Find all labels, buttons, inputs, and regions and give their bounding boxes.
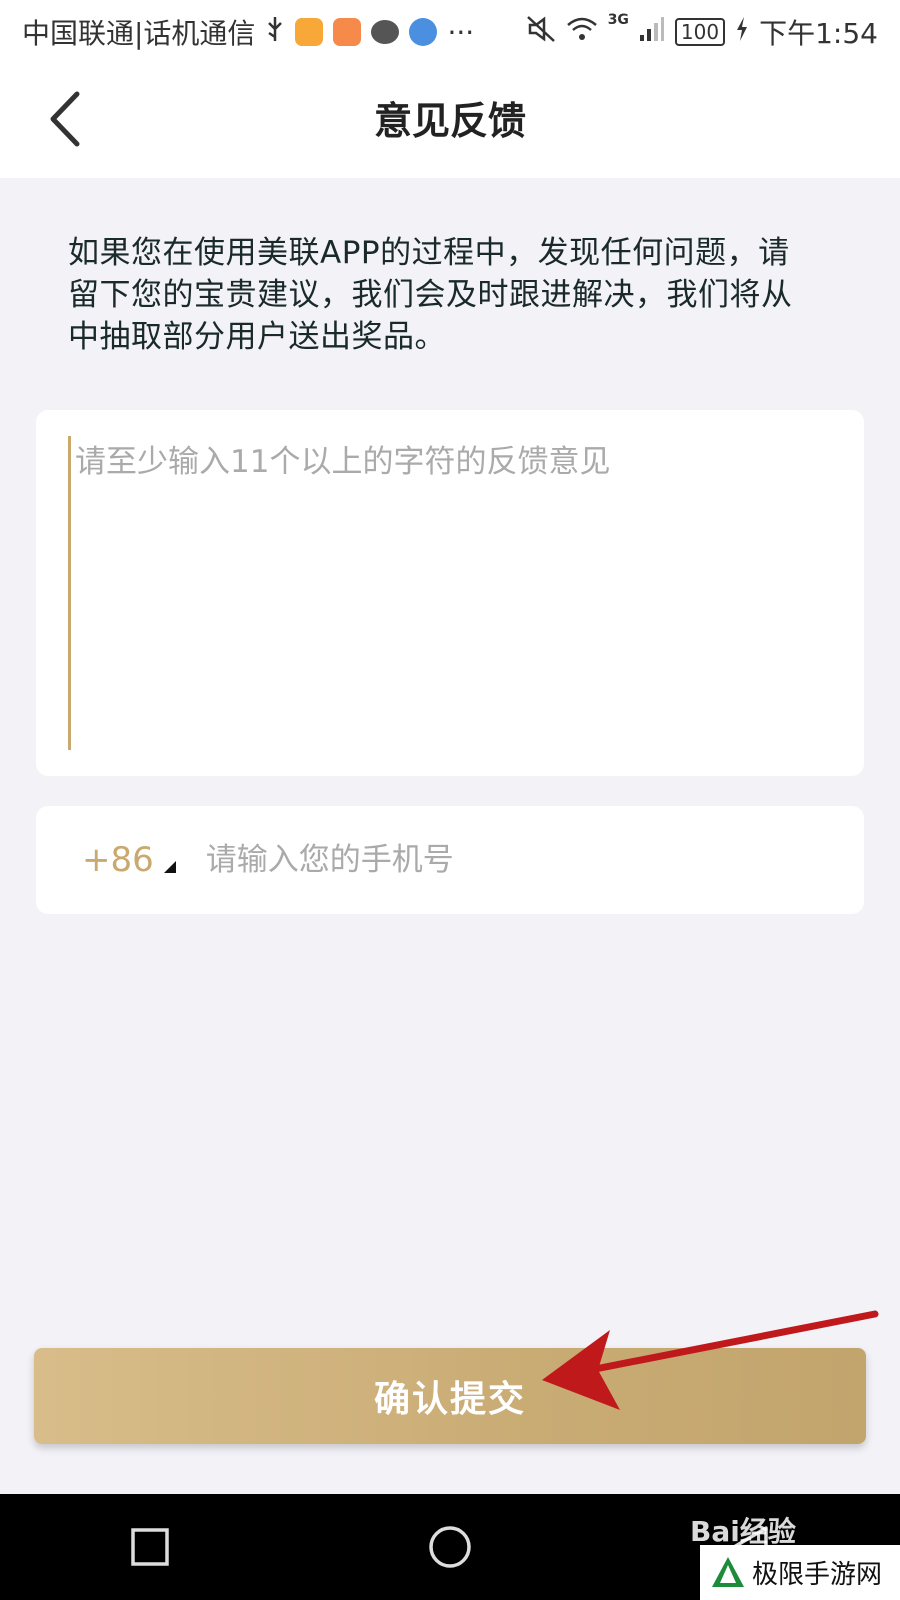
feedback-input[interactable] <box>68 436 839 750</box>
status-right: 3G 100 下午1:54 <box>526 12 878 52</box>
home-button[interactable] <box>410 1507 490 1587</box>
clock: 下午1:54 <box>759 17 878 50</box>
submit-button[interactable]: 确认提交 <box>34 1348 866 1444</box>
status-bar: 中国联通|话机通信 ··· 3G 100 下午1:54 <box>0 0 900 64</box>
app-notification-icon <box>295 18 324 46</box>
more-notifications: ··· <box>447 15 475 49</box>
status-left: 中国联通|话机通信 ··· <box>22 12 474 52</box>
chevron-left-icon <box>45 90 85 152</box>
signal-icon <box>639 15 665 50</box>
intro-text: 如果您在使用美联APP的过程中，发现任何问题，请留下您的宝贵建议，我们会及时跟进… <box>68 235 793 355</box>
back-button[interactable] <box>30 86 100 156</box>
browser-icon <box>409 18 438 46</box>
wifi-icon <box>566 15 598 50</box>
country-code-selector[interactable]: +86 <box>82 840 176 880</box>
site-logo-icon <box>712 1556 744 1587</box>
nav-bar: 意见反馈 <box>0 64 900 178</box>
chat-icon <box>371 20 400 44</box>
square-icon <box>131 1528 169 1566</box>
site-watermark: 极限手游网 <box>700 1545 900 1600</box>
page-title: 意见反馈 <box>373 99 526 143</box>
charging-icon <box>735 16 749 49</box>
recent-apps-button[interactable] <box>110 1507 190 1587</box>
country-code-label: +86 <box>82 840 154 880</box>
network-type-label: 3G <box>607 12 629 28</box>
phone-input[interactable] <box>203 841 818 879</box>
dropdown-triangle-icon <box>163 861 176 873</box>
mute-icon <box>526 15 556 50</box>
feedback-box <box>36 410 864 776</box>
video-app-icon <box>333 18 362 46</box>
circle-icon <box>429 1526 471 1568</box>
baidu-watermark: Bai经验 <box>690 1515 796 1548</box>
battery-indicator: 100 <box>674 18 726 46</box>
site-watermark-label: 极限手游网 <box>752 1560 883 1590</box>
carrier-label: 中国联通|话机通信 <box>22 17 256 50</box>
phone-box: +86 <box>36 806 864 914</box>
usb-icon <box>265 15 285 50</box>
